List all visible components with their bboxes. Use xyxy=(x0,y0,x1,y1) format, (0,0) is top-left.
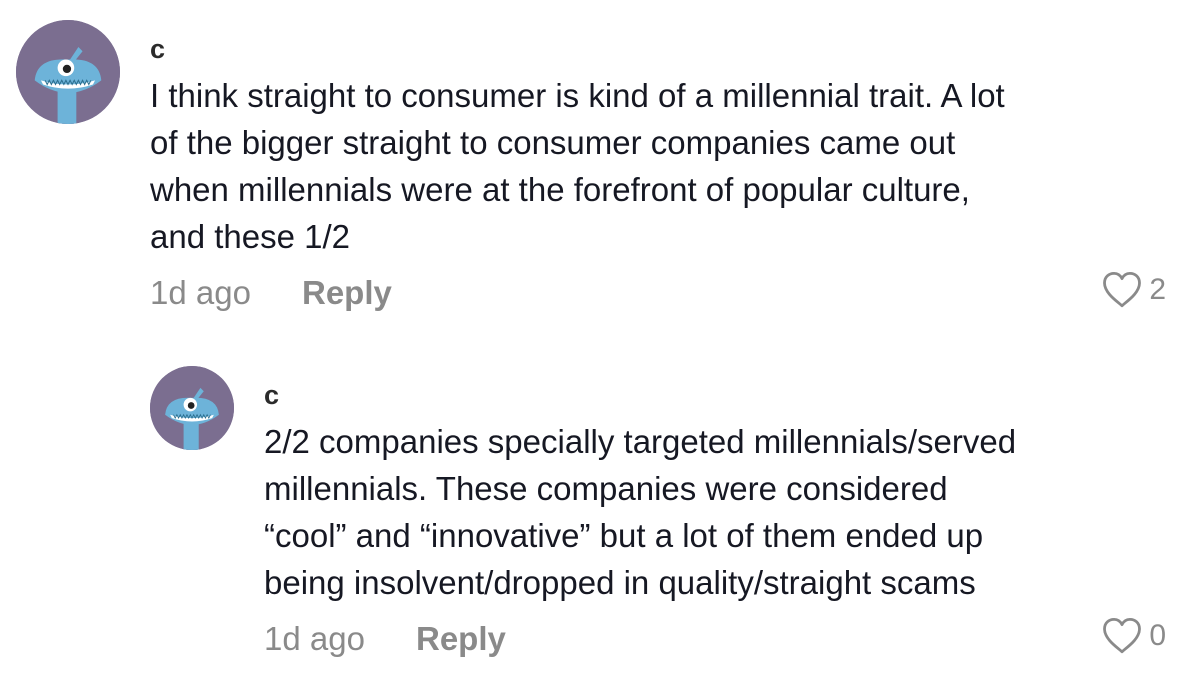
reply-button[interactable]: Reply xyxy=(416,620,506,658)
avatar[interactable] xyxy=(150,366,234,450)
timestamp: 1d ago xyxy=(150,274,251,311)
reply-button[interactable]: Reply xyxy=(302,274,392,312)
comment-text: 2/2 companies specially targeted millenn… xyxy=(264,418,1166,606)
comment-meta: 1d ago Reply 2 xyxy=(150,270,1166,318)
comment-text: I think straight to consumer is kind of … xyxy=(150,72,1166,260)
timestamp: 1d ago xyxy=(264,620,365,657)
comment-line: when millennials were at the forefront o… xyxy=(150,171,970,208)
like-count: 2 xyxy=(1149,273,1166,306)
comment-line: millennials. These companies were consid… xyxy=(264,470,948,507)
heart-icon[interactable] xyxy=(1101,616,1143,656)
monster-avatar-icon xyxy=(150,366,234,450)
comment-line: being insolvent/dropped in quality/strai… xyxy=(264,564,976,601)
comment-line: 2/2 companies specially targeted millenn… xyxy=(264,423,1017,460)
like-button[interactable]: 2 xyxy=(1101,270,1166,310)
comment-meta: 1d ago Reply 0 xyxy=(264,616,1166,664)
avatar[interactable] xyxy=(16,20,120,124)
comment-line: “cool” and “innovative” but a lot of the… xyxy=(264,517,984,554)
monster-avatar-icon xyxy=(16,20,120,124)
heart-icon[interactable] xyxy=(1101,270,1143,310)
comment-line: of the bigger straight to consumer compa… xyxy=(150,124,956,161)
username[interactable]: c xyxy=(150,32,1166,66)
like-count: 0 xyxy=(1149,619,1166,652)
comment-line: I think straight to consumer is kind of … xyxy=(150,77,1005,114)
comment-line: and these 1/2 xyxy=(150,218,350,255)
username[interactable]: c xyxy=(264,378,1166,412)
like-button[interactable]: 0 xyxy=(1101,616,1166,656)
